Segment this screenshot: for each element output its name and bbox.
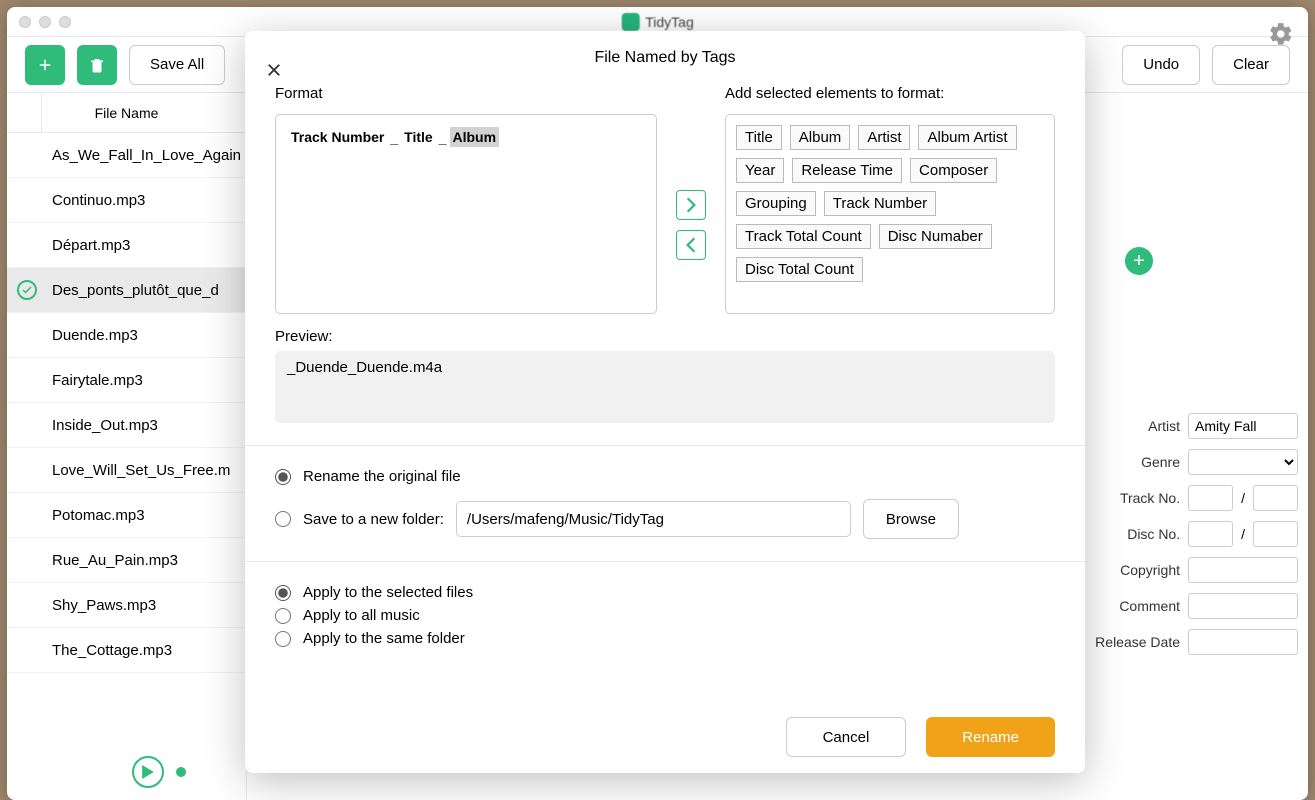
element-tag[interactable]: Artist [858,125,910,150]
element-tag[interactable]: Grouping [736,191,816,216]
element-tag[interactable]: Composer [910,158,997,183]
elements-label: Add selected elements to format: [725,85,1055,102]
move-left-button[interactable] [676,230,706,260]
element-tag[interactable]: Release Time [792,158,902,183]
format-sep: _ [387,129,401,145]
cancel-button[interactable]: Cancel [786,717,907,757]
opt-save-label: Save to a new folder: [303,511,444,528]
element-tag[interactable]: Album Artist [918,125,1016,150]
format-label: Format [275,85,657,102]
radio-rename-original[interactable] [275,469,291,485]
element-tag[interactable]: Disc Total Count [736,257,863,282]
move-right-button[interactable] [676,190,706,220]
elements-box: Title Album Artist Album Artist Year Release … [725,114,1055,314]
preview-box: _Duende_Duende.m4a [275,351,1055,423]
preview-label: Preview: [275,328,1055,345]
app-window: TidyTag Save All Undo Clear File Name As… [7,7,1308,800]
apply-selected-label: Apply to the selected files [303,584,473,601]
format-token[interactable]: Title [401,127,436,147]
close-icon[interactable] [265,61,285,81]
element-tag[interactable]: Title [736,125,782,150]
radio-apply-all[interactable] [275,608,291,624]
element-tag[interactable]: Year [736,158,784,183]
radio-save-new[interactable] [275,511,291,527]
format-token[interactable]: Track Number [288,127,387,147]
rename-dialog: File Named by Tags Format Track Number_T… [245,31,1085,773]
dialog-title: File Named by Tags [275,49,1055,67]
apply-all-label: Apply to all music [303,607,420,624]
format-sep: _ [436,129,450,145]
save-path-input[interactable] [456,501,851,537]
element-tag[interactable]: Track Total Count [736,224,871,249]
preview-value: _Duende_Duende.m4a [287,359,442,376]
element-tag[interactable]: Track Number [824,191,936,216]
browse-button[interactable]: Browse [863,499,959,539]
radio-apply-selected[interactable] [275,585,291,601]
apply-folder-label: Apply to the same folder [303,630,465,647]
element-tag[interactable]: Disc Numaber [879,224,992,249]
rename-button[interactable]: Rename [926,717,1055,757]
radio-apply-folder[interactable] [275,631,291,647]
opt-rename-label: Rename the original file [303,468,461,485]
format-token[interactable]: Album [450,127,500,147]
element-tag[interactable]: Album [790,125,851,150]
format-box[interactable]: Track Number_Title_Album [275,114,657,314]
